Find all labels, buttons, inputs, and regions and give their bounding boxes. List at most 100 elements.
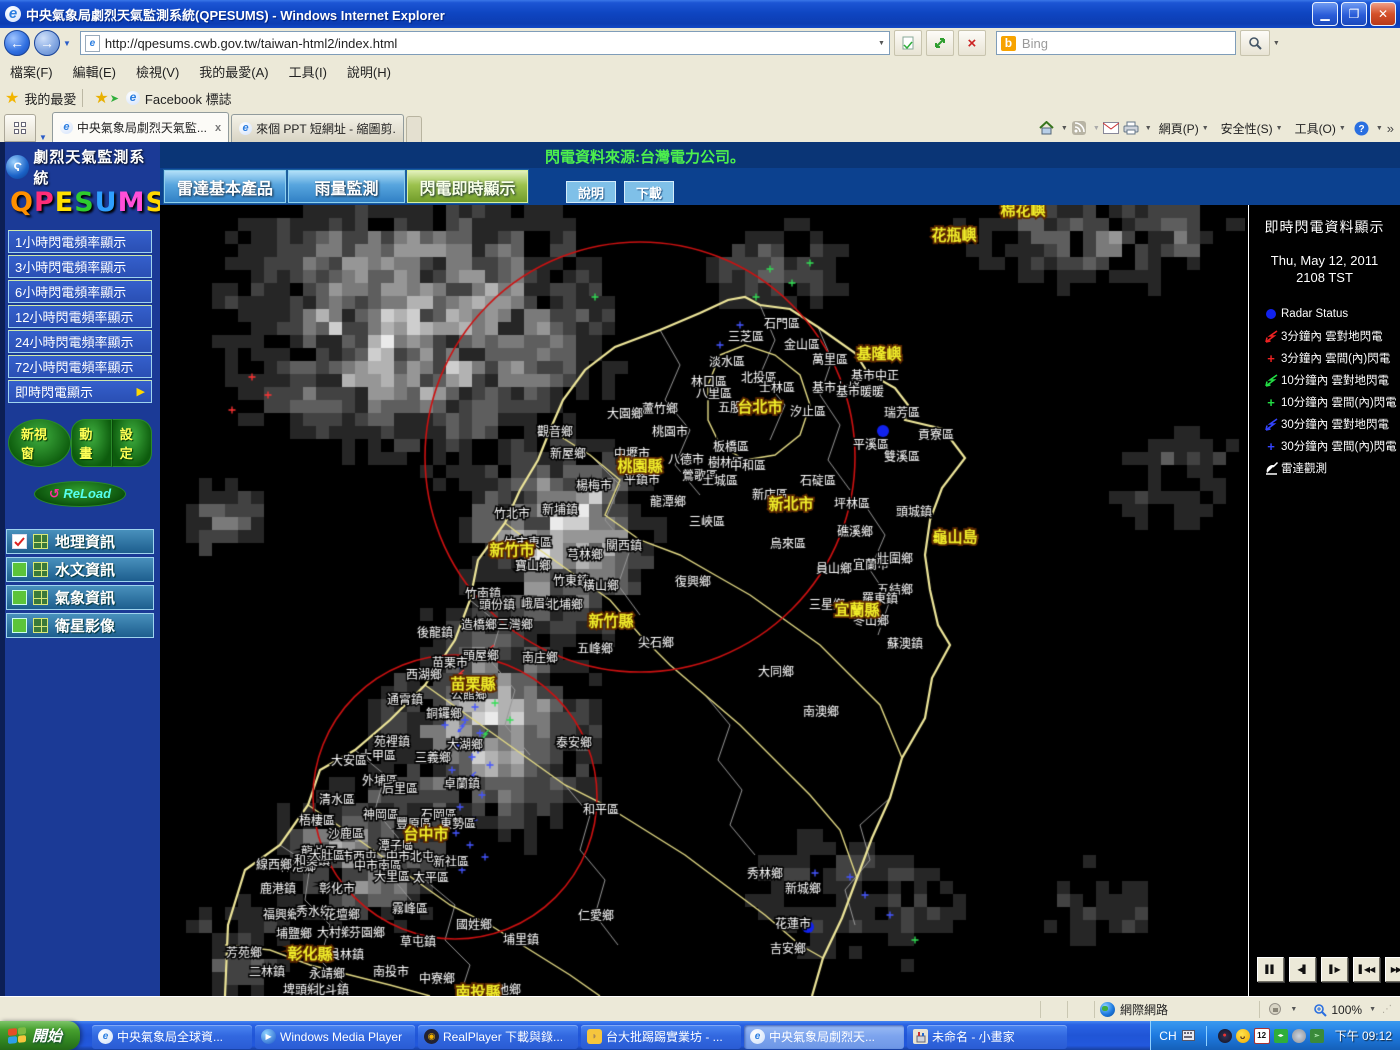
layer-toggle-2[interactable]: 氣象資訊 xyxy=(6,585,154,610)
stop-button[interactable]: × xyxy=(957,30,986,56)
command-page[interactable]: 網頁(P) ▼ xyxy=(1154,118,1214,139)
restore-button[interactable]: ❐ xyxy=(1341,2,1367,26)
task-label: Windows Media Player xyxy=(280,1029,403,1044)
menu-item-4[interactable]: 工具(I) xyxy=(279,59,337,84)
ime-language-indicator[interactable]: CH xyxy=(1159,1029,1176,1043)
nav-button-0[interactable]: 雷達基本產品 xyxy=(163,169,287,204)
tab-1[interactable]: e 來個 PPT 短網址 - 縮圖剪... xyxy=(231,114,405,142)
menu-item-3[interactable]: 我的最愛(A) xyxy=(189,59,278,84)
new-window-button[interactable]: 新視窗 xyxy=(8,419,72,467)
sidebar-item-active[interactable]: 即時閃電顯示 ▶ xyxy=(8,380,152,403)
command-tools[interactable]: 工具(O) ▼ xyxy=(1290,118,1351,139)
quick-tabs-button[interactable] xyxy=(4,114,36,142)
close-button[interactable]: ✕ xyxy=(1370,2,1396,26)
task-button-0[interactable]: e 中央氣象局全球資... xyxy=(92,1024,253,1049)
go-end-button[interactable]: ▶▶▌ xyxy=(1385,957,1400,982)
layer-toggle-0[interactable]: 地理資訊 xyxy=(6,529,154,554)
step-back-button[interactable]: ◀▌ xyxy=(1289,957,1316,982)
download-button[interactable]: 下載 xyxy=(624,181,674,203)
keyboard-icon[interactable] xyxy=(1181,1030,1195,1041)
menu-item-2[interactable]: 檢視(V) xyxy=(126,59,189,84)
pause-button[interactable]: ▌▌ xyxy=(1257,957,1284,982)
search-box[interactable]: b Bing xyxy=(995,31,1236,55)
task-button-4[interactable]: e 中央氣象局劇烈天... xyxy=(744,1024,905,1049)
help-icon[interactable]: ? xyxy=(1353,120,1371,136)
url-text[interactable]: http://qpesums.cwb.gov.tw/taiwan-html2/i… xyxy=(105,36,875,51)
command-safety[interactable]: 安全性(S) ▼ xyxy=(1216,118,1288,139)
task-button-2[interactable]: ◉ RealPlayer 下載與錄... xyxy=(418,1024,579,1049)
menu-item-0[interactable]: 檔案(F) xyxy=(0,59,63,84)
tray-green-icon[interactable]: ➣ xyxy=(1309,1028,1324,1043)
start-button[interactable]: 開始 xyxy=(0,1021,81,1050)
help-caret[interactable]: ▼ xyxy=(1376,125,1383,132)
sidebar-item-4[interactable]: 24小時閃電頻率顯示 xyxy=(8,330,152,353)
sidebar-item-5[interactable]: 72小時閃電頻率顯示 xyxy=(8,355,152,378)
search-button[interactable] xyxy=(1239,30,1270,56)
new-tab-stub[interactable] xyxy=(406,116,423,142)
task-button-5[interactable]: 未命名 - 小畫家 xyxy=(907,1024,1068,1049)
help-button[interactable]: 說明 xyxy=(566,181,616,203)
tab-0[interactable]: e 中央氣象局劇烈天氣監... x xyxy=(51,112,230,142)
sidebar-item-3[interactable]: 12小時閃電頻率顯示 xyxy=(8,305,152,328)
forward-button[interactable]: → xyxy=(34,30,60,56)
feeds-caret: ▼ xyxy=(1092,124,1100,132)
sidebar-item-1[interactable]: 3小時閃電頻率顯示 xyxy=(8,255,152,278)
more-commands-chevron[interactable]: » xyxy=(1387,121,1394,136)
address-dropdown-caret[interactable]: ▼ xyxy=(878,40,885,47)
protected-mode-caret[interactable]: ▼ xyxy=(1290,1006,1297,1013)
layer-checkbox[interactable] xyxy=(12,618,27,633)
settings-button[interactable]: 設定 xyxy=(111,419,152,467)
task-button-1[interactable]: ▶ Windows Media Player xyxy=(255,1024,416,1049)
refresh-button[interactable] xyxy=(925,30,954,56)
mail-icon[interactable] xyxy=(1102,120,1120,136)
home-icon[interactable] xyxy=(1038,120,1056,136)
tray-speaker-icon[interactable] xyxy=(1291,1028,1306,1043)
tray-real-icon[interactable]: ● xyxy=(1217,1028,1232,1043)
layer-checkbox[interactable] xyxy=(12,534,27,549)
layer-toggle-3[interactable]: 衛星影像 xyxy=(6,613,154,638)
expand-grid-icon[interactable] xyxy=(33,562,48,577)
layer-checkbox[interactable] xyxy=(12,562,27,577)
radar-map-canvas[interactable] xyxy=(160,205,1245,996)
expand-grid-icon[interactable] xyxy=(33,618,48,633)
tray-cal-icon[interactable]: 12 xyxy=(1253,1027,1270,1044)
menu-item-1[interactable]: 編輯(E) xyxy=(63,59,126,84)
print-caret[interactable]: ▼ xyxy=(1145,125,1152,132)
menu-item-5[interactable]: 說明(H) xyxy=(337,59,401,84)
expand-grid-icon[interactable] xyxy=(33,534,48,549)
search-placeholder[interactable]: Bing xyxy=(1022,36,1048,51)
favorite-item-facebook[interactable]: Facebook 標誌 xyxy=(145,89,232,108)
feeds-icon[interactable] xyxy=(1070,120,1088,136)
expand-grid-icon[interactable] xyxy=(33,590,48,605)
step-forward-button[interactable]: ▌▶ xyxy=(1321,957,1348,982)
home-caret[interactable]: ▼ xyxy=(1061,125,1068,132)
nav-button-1[interactable]: 雨量監測 xyxy=(287,169,406,204)
reload-button[interactable]: ↺ ReLoad xyxy=(33,481,127,507)
recent-pages-caret[interactable]: ▼ xyxy=(63,39,71,48)
nav-active-button-2[interactable]: 閃電即時顯示 xyxy=(406,169,529,204)
zoom-caret[interactable]: ▼ xyxy=(1369,1006,1376,1013)
back-button[interactable]: ← xyxy=(4,30,30,56)
compatibility-view-button[interactable] xyxy=(893,30,922,56)
sidebar-item-0[interactable]: 1小時閃電頻率顯示 xyxy=(8,230,152,253)
layer-toggle-1[interactable]: 水文資訊 xyxy=(6,557,154,582)
search-options-caret[interactable]: ▼ xyxy=(1273,40,1280,47)
tray-smiley-icon[interactable]: ᴗ xyxy=(1235,1028,1250,1043)
tray-kkbox-icon[interactable]: ◂▸ xyxy=(1273,1028,1288,1043)
protected-mode-control[interactable]: ▼ xyxy=(1260,1003,1305,1016)
zoom-control[interactable]: 100% ▼ ⋰ xyxy=(1305,1003,1400,1017)
sidebar-item-2[interactable]: 6小時閃電頻率顯示 xyxy=(8,280,152,303)
minimize-button[interactable]: ▁ xyxy=(1312,2,1338,26)
animation-button[interactable]: 動畫 xyxy=(71,419,112,467)
tab-close-icon[interactable]: x xyxy=(215,122,221,134)
task-button-3[interactable]: ◗ 台大批踢踢實業坊 - ... xyxy=(581,1024,742,1049)
add-favorite-icon[interactable]: ★ xyxy=(94,88,108,108)
legend-label: 10分鐘內 雲間(內)閃電 xyxy=(1281,397,1397,409)
layer-checkbox[interactable] xyxy=(12,590,27,605)
address-field[interactable]: e http://qpesums.cwb.gov.tw/taiwan-html2… xyxy=(79,31,890,55)
radar-map[interactable] xyxy=(160,205,1245,996)
print-icon[interactable] xyxy=(1122,120,1140,136)
tab-list-caret[interactable]: ▼ xyxy=(39,133,47,142)
go-start-button[interactable]: ▌◀◀ xyxy=(1353,957,1380,982)
favorites-button[interactable]: 我的最愛 xyxy=(24,89,76,108)
